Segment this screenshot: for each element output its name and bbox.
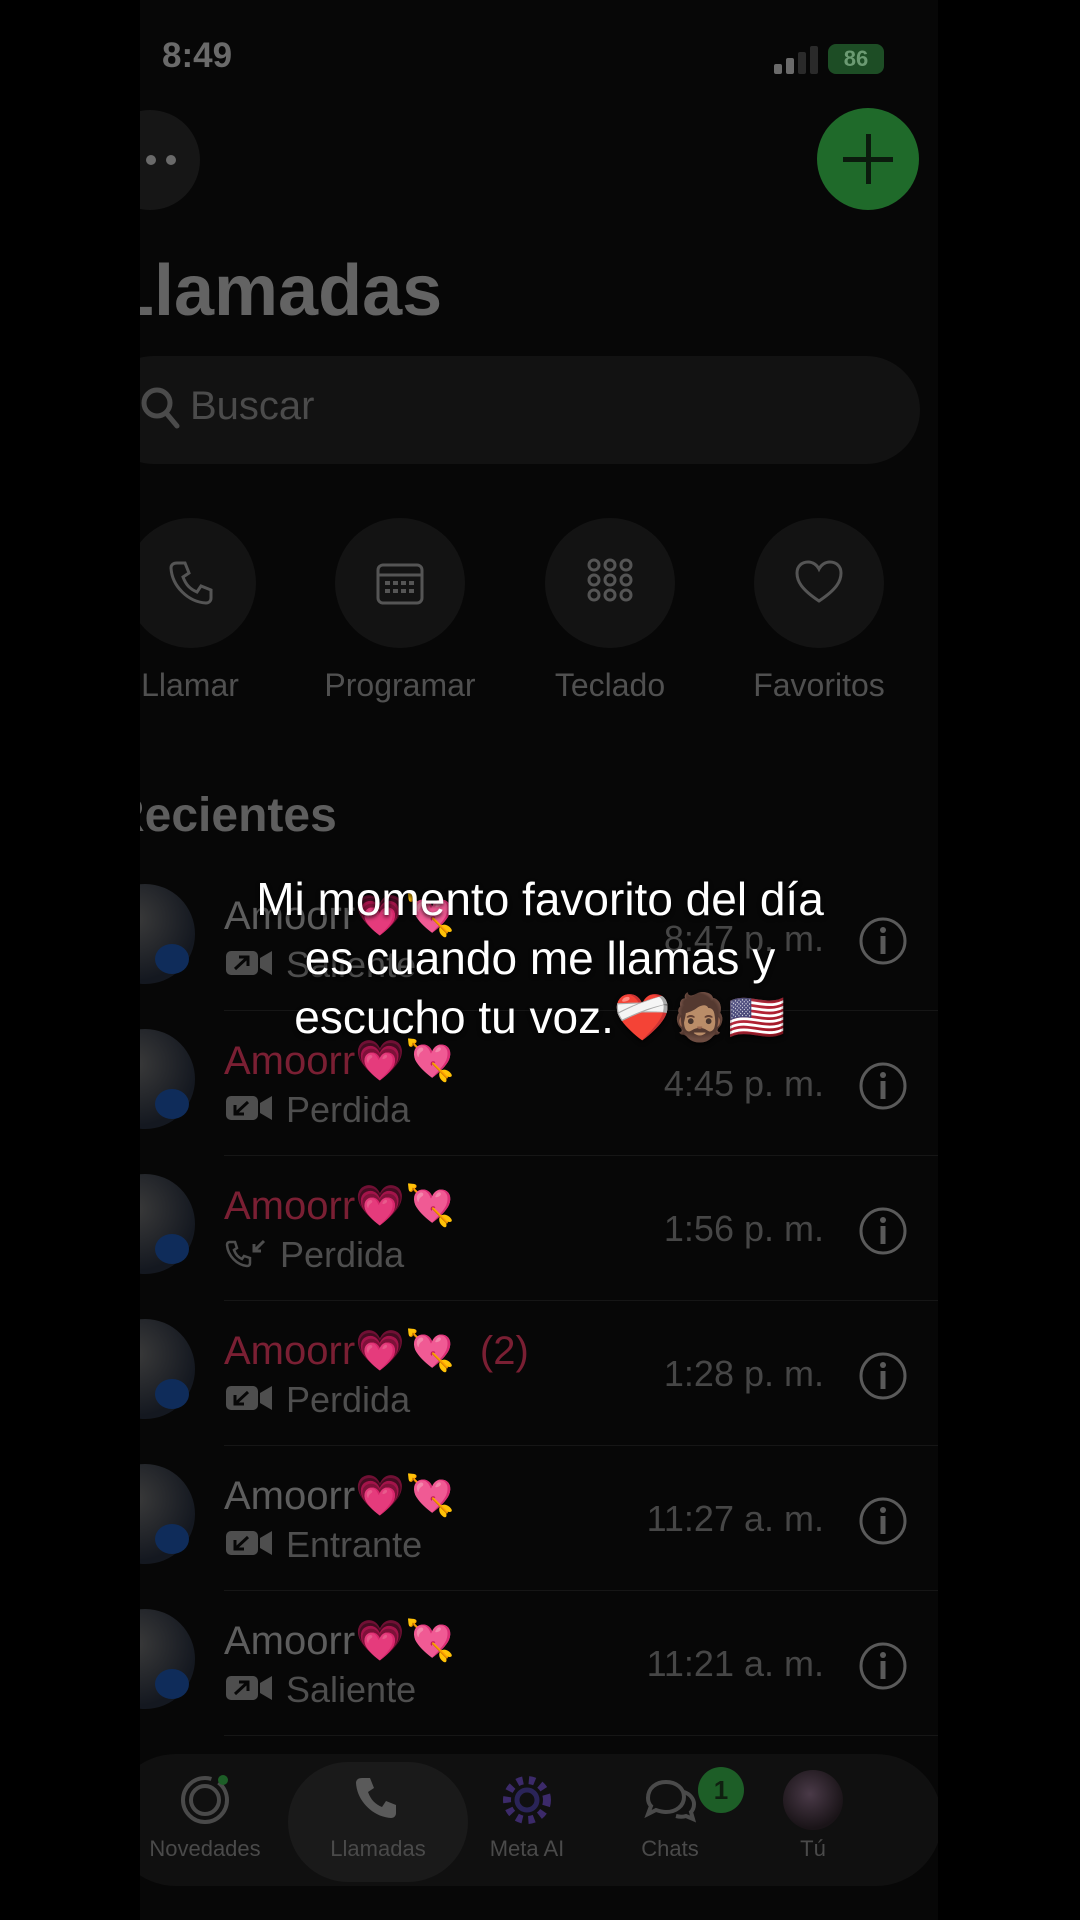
call-row[interactable]: Amoorr💗💘 Saliente 11:21 a. m.	[140, 1591, 938, 1736]
video-missed-icon	[226, 1096, 272, 1120]
info-icon[interactable]	[858, 1351, 908, 1401]
contact-name: Amoorr💗💘	[224, 1474, 455, 1518]
battery-level: 86	[843, 46, 869, 71]
search-input[interactable]: Buscar	[140, 356, 920, 464]
schedule-action-label: Programar	[324, 667, 476, 703]
tab-label: Llamadas	[330, 1836, 426, 1861]
call-time: 4:45 p. m.	[663, 1063, 824, 1104]
caption-line: es cuando me llamas y	[304, 932, 776, 984]
call-action-button[interactable]	[140, 518, 256, 648]
tab-label: Tú	[800, 1836, 826, 1861]
heart-icon	[795, 560, 843, 603]
contact-name: Amoorr💗💘 (2)	[224, 1329, 529, 1373]
call-type: Perdida	[286, 1089, 411, 1130]
call-time: 11:21 a. m.	[646, 1643, 824, 1684]
tab-novedades[interactable]: Novedades	[140, 1770, 280, 1862]
call-row[interactable]: Amoorr💗💘 Entrante 11:27 a. m.	[140, 1446, 938, 1591]
favorites-action-button[interactable]	[754, 518, 884, 648]
schedule-action-button[interactable]	[335, 518, 465, 648]
keypad-action-button[interactable]	[545, 518, 675, 648]
caption-line: Mi momento favorito del día	[256, 873, 824, 925]
video-caption: Mi momento favorito del día es cuando me…	[0, 870, 1080, 1047]
call-type: Saliente	[286, 1669, 417, 1710]
more-options-button[interactable]	[140, 110, 200, 210]
search-icon	[141, 387, 180, 429]
chats-icon	[644, 1779, 697, 1823]
call-time: 11:27 a. m.	[646, 1498, 824, 1539]
signal-icon	[774, 44, 824, 74]
page-title: Llamadas	[140, 251, 443, 331]
video-missed-icon	[226, 1386, 272, 1410]
call-row[interactable]: Amoorr💗💘 (2) Perdida 1:28 p. m.	[140, 1301, 938, 1446]
keypad-icon	[587, 558, 633, 602]
meta-ai-icon	[503, 1776, 551, 1824]
video-incoming-icon	[226, 1531, 272, 1555]
phone-icon	[169, 561, 213, 605]
call-action-label: Llamar	[141, 667, 239, 703]
call-row[interactable]: Amoorr💗💘 Perdida 1:56 p. m.	[140, 1156, 938, 1301]
tab-label: Chats	[641, 1836, 699, 1861]
contact-avatar	[140, 1174, 195, 1274]
tab-tu[interactable]: Tú	[738, 1770, 888, 1862]
row-divider	[224, 1735, 938, 1736]
tab-label: Novedades	[149, 1836, 261, 1861]
contact-avatar	[140, 1609, 195, 1709]
tab-meta-ai[interactable]: Meta AI	[452, 1770, 602, 1862]
keypad-action-label: Teclado	[554, 667, 666, 703]
info-icon[interactable]	[858, 1641, 908, 1691]
phone-missed-icon	[225, 1239, 266, 1268]
phone-icon	[356, 1778, 396, 1818]
updates-icon	[181, 1775, 229, 1824]
battery-icon: 86	[828, 44, 884, 74]
call-time: 1:56 p. m.	[663, 1208, 824, 1249]
status-time: 8:49	[162, 36, 233, 75]
recents-heading: Recientes	[140, 789, 337, 842]
new-call-button[interactable]	[817, 108, 919, 210]
info-icon[interactable]	[858, 1206, 908, 1256]
tab-label: Meta AI	[489, 1836, 565, 1861]
call-type: Entrante	[286, 1524, 423, 1565]
profile-avatar	[783, 1770, 843, 1830]
contact-avatar	[140, 1464, 195, 1564]
search-placeholder: Buscar	[190, 384, 315, 428]
calendar-icon	[376, 563, 424, 605]
contact-name: Amoorr💗💘	[224, 1619, 455, 1663]
info-icon[interactable]	[858, 1061, 908, 1111]
call-time: 1:28 p. m.	[663, 1353, 824, 1394]
call-type: Perdida	[280, 1234, 405, 1275]
info-icon[interactable]	[858, 1496, 908, 1546]
caption-line: escucho tu voz.❤️‍🩹🧔🏽🇺🇸	[294, 991, 786, 1043]
favorites-action-label: Favoritos	[753, 667, 885, 703]
call-type: Perdida	[286, 1379, 411, 1420]
video-outgoing-icon	[226, 1676, 272, 1700]
contact-name: Amoorr💗💘	[224, 1184, 455, 1228]
call-count: (2)	[479, 1329, 529, 1373]
tab-llamadas[interactable]: Llamadas	[303, 1770, 453, 1862]
contact-avatar	[140, 1319, 195, 1419]
